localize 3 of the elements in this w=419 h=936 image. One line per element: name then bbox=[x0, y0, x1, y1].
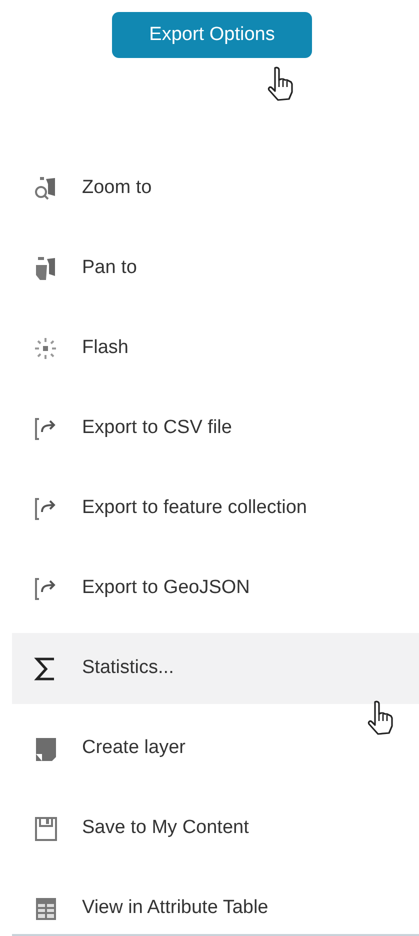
export-options-button[interactable]: Export Options bbox=[112, 12, 312, 58]
menu-item[interactable]: Statistics... bbox=[12, 633, 419, 704]
save-icon bbox=[32, 814, 60, 842]
